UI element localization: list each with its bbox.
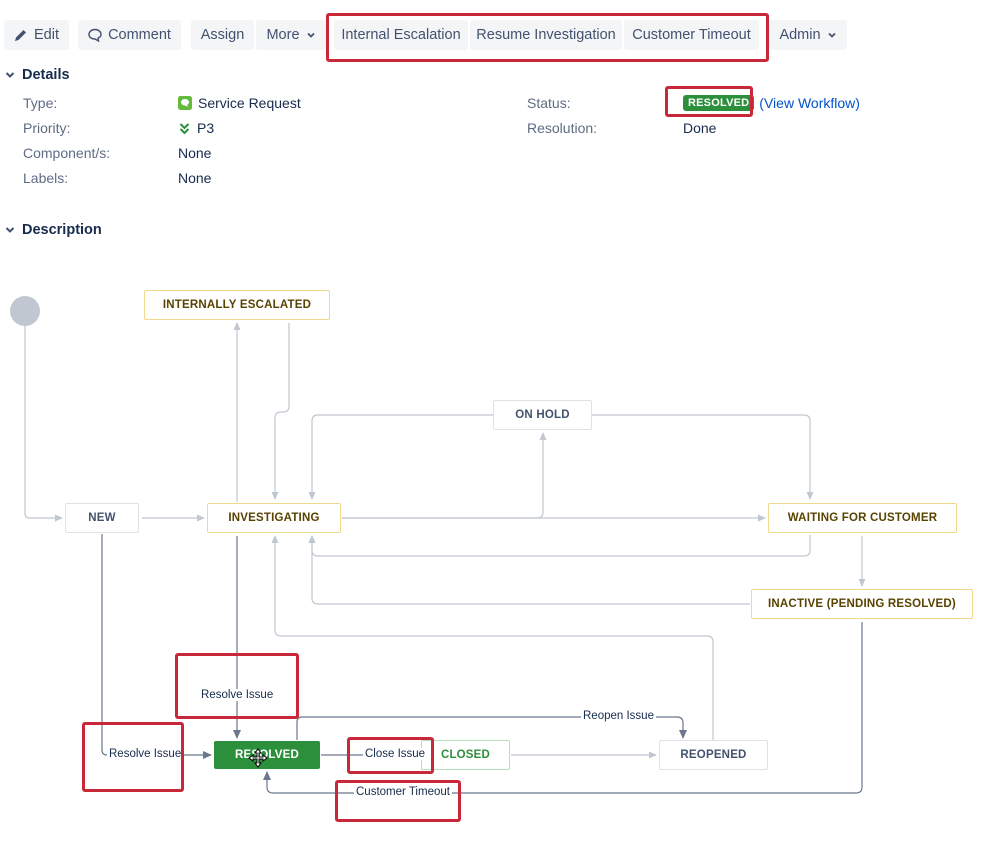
resolution-value: Done [683,120,717,136]
state-inactive-pending-resolved[interactable]: INACTIVE (PENDING RESOLVED) [751,589,973,619]
admin-button-label: Admin [779,27,821,43]
type-value-text: Service Request [198,95,301,111]
assign-button-label: Assign [200,27,245,43]
chevron-down-icon [827,32,836,38]
more-button[interactable]: More [256,20,326,50]
customer-timeout-label: Customer Timeout [632,27,751,43]
resolution-label: Resolution: [527,120,598,136]
view-workflow-link[interactable]: (View Workflow) [759,95,860,111]
workflow-start-node [10,296,40,326]
issue-toolbar: Edit Comment Assign More Internal Escala… [0,0,999,70]
components-label: Component/s: [23,145,111,161]
status-badge: RESOLVED [683,95,755,111]
internal-escalation-label: Internal Escalation [341,27,461,43]
connector-waiting-investigating [308,535,811,557]
priority-low-icon [179,122,190,134]
resume-investigation-button[interactable]: Resume Investigation [470,20,622,50]
details-heading: Details [22,67,70,83]
details-toggle[interactable]: Details [4,67,70,83]
connector-onhold-investigating [308,414,493,500]
resume-investigation-label: Resume Investigation [476,27,616,43]
priority-label: Priority: [23,120,71,136]
state-investigating[interactable]: INVESTIGATING [207,503,341,533]
connector-investigating-onhold [342,432,547,519]
chevron-down-icon [5,227,15,233]
transition-resolve-issue-left[interactable]: Resolve Issue [107,748,184,760]
labels-label: Labels: [23,170,69,186]
state-waiting-for-customer[interactable]: WAITING FOR CUSTOMER [768,503,957,533]
state-new[interactable]: NEW [65,503,139,533]
comment-button[interactable]: Comment [78,20,181,50]
transition-customer-timeout[interactable]: Customer Timeout [354,786,452,798]
status-value: RESOLVED (View Workflow) [683,95,860,111]
chevron-down-icon [5,72,15,78]
state-reopened[interactable]: REOPENED [659,740,768,770]
state-on-hold[interactable]: ON HOLD [493,400,592,430]
connector-inactive-resolved [263,622,863,794]
priority-value: P3 [178,120,214,136]
connector-new-resolved [101,534,212,759]
edit-button[interactable]: Edit [4,20,69,50]
service-request-icon [178,96,192,110]
more-button-label: More [266,27,300,43]
pencil-icon [15,30,26,41]
workflow-diagram: INTERNALLY ESCALATED ON HOLD NEW INVESTI… [0,250,999,856]
admin-button[interactable]: Admin [769,20,847,50]
type-value: Service Request [178,95,301,111]
components-value: None [178,145,212,161]
customer-timeout-button[interactable]: Customer Timeout [624,20,759,50]
status-label: Status: [527,95,571,111]
state-internally-escalated[interactable]: INTERNALLY ESCALATED [144,290,330,320]
transition-reopen-issue[interactable]: Reopen Issue [581,710,656,722]
description-heading: Description [22,222,102,238]
labels-value: None [178,170,212,186]
internal-escalation-button[interactable]: Internal Escalation [334,20,468,50]
connector-start-new [24,326,63,522]
description-toggle[interactable]: Description [4,222,102,238]
type-label: Type: [23,95,58,111]
comment-icon [88,28,102,42]
connector-escalated-investigating [271,323,290,500]
edit-button-label: Edit [34,27,59,43]
connector-inactive-investigating [308,535,750,605]
chevron-down-icon [306,32,315,38]
assign-button[interactable]: Assign [191,20,254,50]
comment-button-label: Comment [108,27,171,43]
priority-value-text: P3 [197,120,215,136]
transition-resolve-issue-top[interactable]: Resolve Issue [199,689,276,701]
transition-close-issue[interactable]: Close Issue [363,748,428,760]
state-closed[interactable]: CLOSED [421,740,510,770]
connector-onhold-waiting [592,414,814,500]
move-cursor-icon [248,748,268,768]
